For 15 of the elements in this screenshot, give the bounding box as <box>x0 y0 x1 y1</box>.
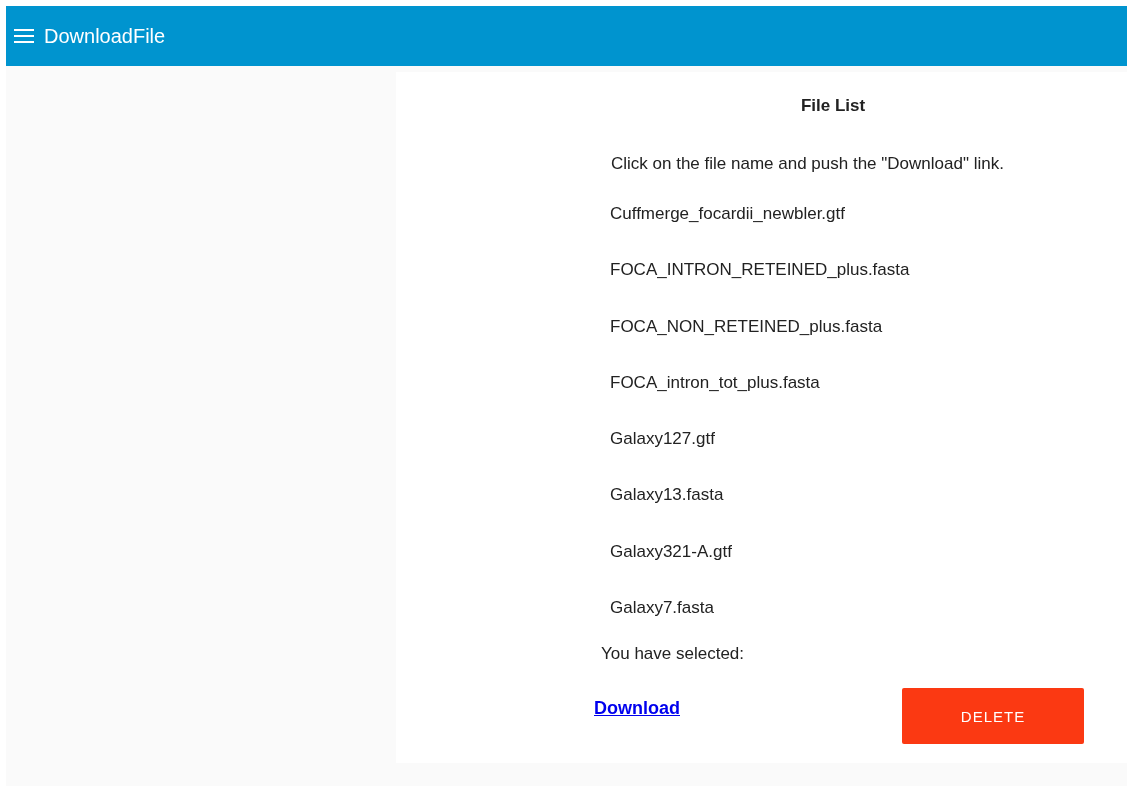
app-title: DownloadFile <box>44 24 166 48</box>
file-name[interactable]: Galaxy127.gtf <box>610 429 1084 450</box>
download-link[interactable]: Download <box>594 698 680 720</box>
menu-icon[interactable] <box>14 29 34 43</box>
delete-button[interactable]: DELETE <box>902 688 1084 745</box>
file-name[interactable]: Galaxy7.fasta <box>610 598 1084 619</box>
selected-label: You have selected: <box>600 644 746 665</box>
file-name[interactable]: FOCA_NON_RETEINED_plus.fasta <box>610 316 1084 337</box>
panel-title: File List <box>799 96 867 116</box>
file-name[interactable]: Galaxy13.fasta <box>610 485 1084 506</box>
instruction-text: Click on the file name and push the "Download" link. <box>610 154 1005 174</box>
file-name[interactable]: Cuffmerge_focardii_newbler.gtf <box>610 204 1084 225</box>
file-name[interactable]: Galaxy321-A.gtf <box>610 541 1084 563</box>
file-name[interactable]: FOCA_intron_tot_plus.fasta <box>610 372 1084 394</box>
file-name[interactable]: FOCA_INTRON_RETEINED_plus.fasta <box>610 260 1084 281</box>
